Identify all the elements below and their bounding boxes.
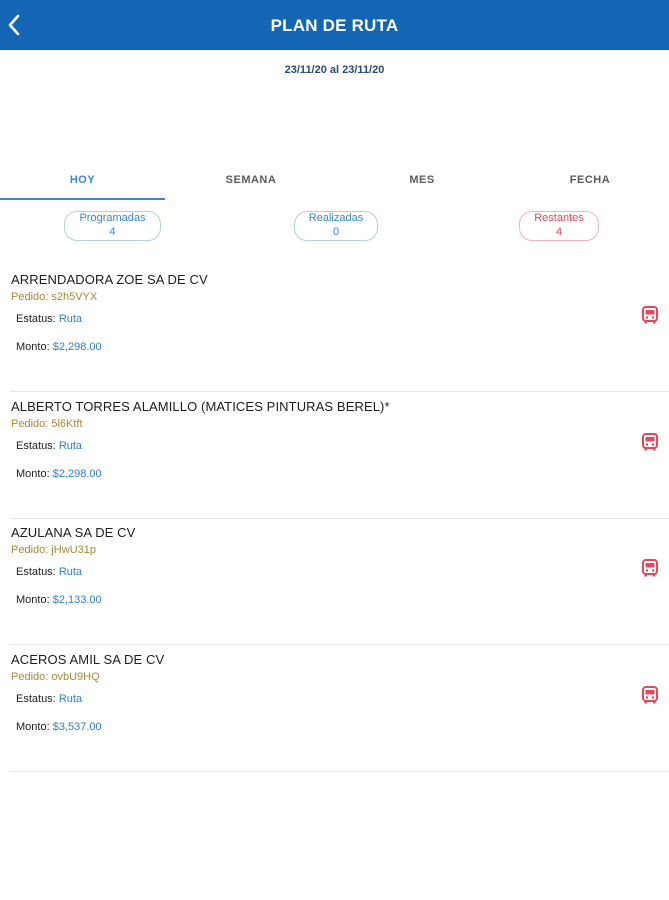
app-header: PLAN DE RUTA [0, 0, 669, 50]
order-item[interactable]: ARRENDADORA ZOE SA DE CV Pedido: s2h5VYX… [10, 266, 669, 392]
order-pedido: Pedido: ovbU9HQ [11, 671, 100, 683]
tab-fecha[interactable]: FECHA [508, 166, 669, 201]
amount-label: Monto: [16, 594, 50, 606]
status-label: Estatus: [16, 693, 56, 705]
order-item[interactable]: ACEROS AMIL SA DE CV Pedido: ovbU9HQ Est… [10, 646, 669, 772]
restantes-badge[interactable]: Restantes 4 [519, 211, 599, 241]
status-value: Ruta [58, 313, 83, 325]
amount-label: Monto: [16, 341, 50, 353]
order-pedido: Pedido: jHwU31p [11, 544, 96, 556]
order-pedido: Pedido: s2h5VYX [11, 291, 98, 303]
tab-mes[interactable]: MES [337, 166, 507, 201]
order-amount: Monto: $2,133.00 [16, 594, 102, 606]
status-value: Ruta [58, 566, 83, 578]
date-range: 23/11/20 al 23/11/20 [284, 64, 385, 76]
programadas-label: Programadas [79, 212, 146, 224]
active-tab-indicator [0, 198, 165, 200]
order-status: Estatus: Ruta [16, 693, 82, 705]
bus-icon[interactable] [640, 432, 660, 452]
period-tabs: HOY SEMANA MES FECHA [0, 166, 669, 201]
amount-value: $3,537.00 [52, 721, 102, 733]
amount-label: Monto: [16, 721, 50, 733]
status-label: Estatus: [16, 566, 56, 578]
order-status: Estatus: Ruta [16, 313, 82, 325]
order-item[interactable]: ALBERTO TORRES ALAMILLO (MATICES PINTURA… [10, 393, 669, 519]
amount-value: $2,133.00 [52, 594, 102, 606]
realizadas-badge[interactable]: Realizadas 0 [294, 211, 378, 241]
order-client-name: ARRENDADORA ZOE SA DE CV [11, 272, 208, 287]
amount-label: Monto: [16, 468, 50, 480]
status-value: Ruta [58, 440, 83, 452]
bus-icon[interactable] [640, 558, 660, 578]
restantes-label: Restantes [534, 212, 584, 224]
realizadas-label: Realizadas [308, 212, 364, 224]
status-label: Estatus: [16, 313, 56, 325]
order-client-name: AZULANA SA DE CV [11, 525, 136, 540]
order-amount: Monto: $2,298.00 [16, 341, 102, 353]
bus-icon[interactable] [640, 685, 660, 705]
order-amount: Monto: $2,298.00 [16, 468, 102, 480]
amount-value: $2,298.00 [52, 468, 102, 480]
tab-hoy[interactable]: HOY [0, 166, 165, 201]
bus-icon[interactable] [640, 305, 660, 325]
order-item[interactable]: AZULANA SA DE CV Pedido: jHwU31p Estatus… [10, 519, 669, 645]
status-label: Estatus: [16, 440, 56, 452]
order-client-name: ACEROS AMIL SA DE CV [11, 652, 165, 667]
order-pedido: Pedido: 5l6Ktft [11, 418, 83, 430]
restantes-count: 4 [555, 226, 563, 238]
order-client-name: ALBERTO TORRES ALAMILLO (MATICES PINTURA… [11, 399, 390, 414]
amount-value: $2,298.00 [52, 341, 102, 353]
page-title: PLAN DE RUTA [270, 16, 399, 35]
order-status: Estatus: Ruta [16, 440, 82, 452]
order-amount: Monto: $3,537.00 [16, 721, 102, 733]
tab-semana[interactable]: SEMANA [167, 166, 335, 201]
status-value: Ruta [58, 693, 83, 705]
realizadas-count: 0 [332, 226, 340, 238]
programadas-count: 4 [109, 226, 116, 238]
programadas-badge[interactable]: Programadas 4 [64, 211, 161, 241]
order-status: Estatus: Ruta [16, 566, 82, 578]
